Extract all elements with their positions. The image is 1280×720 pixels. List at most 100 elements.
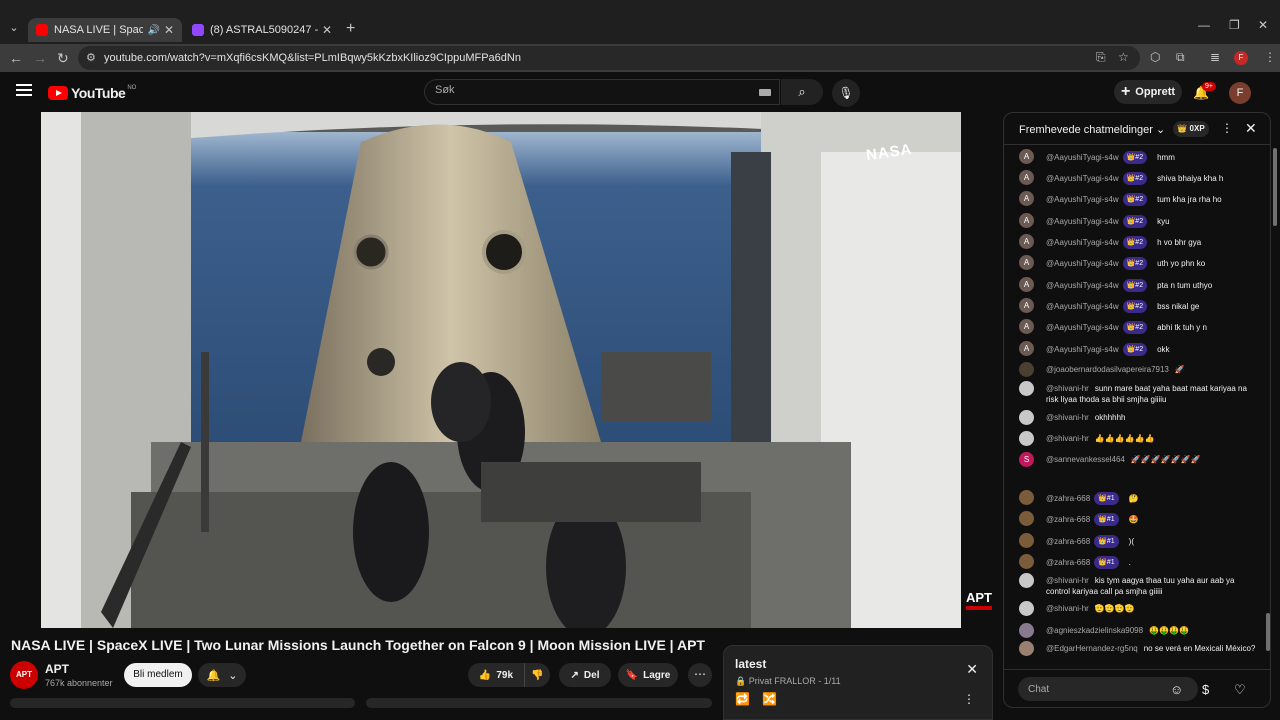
loop-icon[interactable]: 🔁 — [735, 692, 750, 706]
chat-author-avatar[interactable] — [1019, 381, 1034, 396]
url-text[interactable]: youtube.com/watch?v=mXqfi6csKMQ&list=PLm… — [104, 52, 521, 64]
emoji-icon[interactable]: ☺ — [1170, 682, 1183, 697]
playlist-title[interactable]: latest — [735, 657, 766, 671]
tab-search-button[interactable]: ⌄ — [6, 20, 22, 36]
heart-icon[interactable]: ♡ — [1234, 682, 1246, 698]
chat-author-name[interactable]: @agnieszkadzielinska9098 — [1046, 626, 1143, 635]
super-chat-icon[interactable]: $ — [1202, 682, 1209, 697]
close-tab-icon[interactable]: ✕ — [164, 23, 174, 37]
install-app-icon[interactable]: ⎘ — [1096, 50, 1106, 65]
share-button[interactable]: ↗ Del — [559, 663, 611, 687]
chat-author-name[interactable]: @zahra-668 — [1046, 537, 1090, 546]
chat-author-name[interactable]: @shivani-hr — [1046, 384, 1089, 393]
chat-author-avatar[interactable]: A — [1019, 191, 1034, 206]
chat-author-name[interactable]: @shivani-hr — [1046, 604, 1089, 613]
chat-author-name[interactable]: @AayushiTyagi-s4w — [1046, 302, 1119, 311]
xp-badge[interactable]: 👑 0XP — [1173, 121, 1209, 137]
site-info-icon[interactable]: ⚙ — [86, 51, 96, 64]
chat-author-name[interactable]: @shivani-hr — [1046, 413, 1089, 422]
description-box[interactable] — [366, 698, 712, 708]
media-controls-icon[interactable]: ≣ — [1210, 50, 1220, 64]
keyboard-icon[interactable] — [759, 89, 771, 96]
chat-author-avatar[interactable] — [1019, 410, 1034, 425]
chat-author-name[interactable]: @AayushiTyagi-s4w — [1046, 345, 1119, 354]
chat-author-avatar[interactable]: A — [1019, 319, 1034, 334]
speaker-icon[interactable]: 🔊 — [147, 25, 159, 36]
chat-author-avatar[interactable]: A — [1019, 341, 1034, 356]
chat-mode-dropdown[interactable]: Fremhevede chatmeldinger ⌄ — [1019, 123, 1165, 136]
chat-author-name[interactable]: @joaobernardodasilvapereira7913 — [1046, 365, 1169, 374]
minimize-icon[interactable]: — — [1198, 18, 1210, 32]
chat-author-name[interactable]: @EdgarHernandez-rg5nq — [1046, 644, 1138, 653]
like-button[interactable]: 👍 79k — [468, 663, 524, 687]
channel-name[interactable]: APT — [45, 662, 69, 676]
address-bar[interactable]: ⚙ youtube.com/watch?v=mXqfi6csKMQ&list=P… — [78, 46, 1140, 70]
chat-author-avatar[interactable]: A — [1019, 149, 1034, 164]
chat-author-avatar[interactable] — [1019, 431, 1034, 446]
tab-youtube[interactable]: NASA LIVE | SpaceX LIVE | Two Lunar Miss… — [28, 18, 182, 42]
chat-author-avatar[interactable]: S — [1019, 452, 1034, 467]
chat-author-avatar[interactable] — [1019, 641, 1034, 656]
chat-message-list[interactable]: A @AayushiTyagi-s4w 👑#2 hmm A @AayushiTyagi-s… — [1004, 145, 1266, 668]
description-box[interactable] — [10, 698, 355, 708]
account-avatar[interactable]: F — [1229, 82, 1251, 104]
chat-author-name[interactable]: @AayushiTyagi-s4w — [1046, 217, 1119, 226]
new-tab-button[interactable]: + — [346, 20, 355, 38]
chat-author-name[interactable]: @zahra-668 — [1046, 558, 1090, 567]
search-input[interactable] — [435, 84, 735, 96]
chat-author-avatar[interactable]: A — [1019, 234, 1034, 249]
hamburger-menu-icon[interactable] — [16, 84, 32, 96]
chat-author-avatar[interactable]: A — [1019, 170, 1034, 185]
chat-author-name[interactable]: @AayushiTyagi-s4w — [1046, 259, 1119, 268]
chat-author-avatar[interactable] — [1019, 601, 1034, 616]
back-icon[interactable]: ← — [9, 50, 23, 66]
tab-twitch[interactable]: (8) ASTRAL5090247 - Twitch ✕ — [184, 18, 340, 42]
chat-author-avatar[interactable]: A — [1019, 255, 1034, 270]
chat-author-avatar[interactable] — [1019, 511, 1034, 526]
join-button[interactable]: Bli medlem — [124, 663, 192, 687]
close-playlist-icon[interactable]: ✕ — [966, 661, 978, 678]
dislike-button[interactable]: 👎 — [524, 663, 550, 687]
chat-author-name[interactable]: @AayushiTyagi-s4w — [1046, 281, 1119, 290]
create-button[interactable]: + Opprett — [1114, 80, 1182, 104]
shuffle-icon[interactable]: 🔀 — [762, 692, 777, 706]
extension-icon[interactable]: ⬡ — [1150, 50, 1160, 64]
save-button[interactable]: 🔖 Lagre — [618, 663, 678, 687]
chat-menu-icon[interactable]: ⋮ — [1221, 121, 1233, 135]
chat-author-avatar[interactable]: A — [1019, 213, 1034, 228]
chat-author-avatar[interactable]: A — [1019, 298, 1034, 313]
extensions-puzzle-icon[interactable]: ⧉ — [1176, 50, 1185, 65]
bookmark-star-icon[interactable]: ☆ — [1118, 50, 1129, 64]
close-chat-icon[interactable]: ✕ — [1245, 120, 1257, 137]
page-scrollbar[interactable] — [1273, 148, 1277, 226]
chat-author-avatar[interactable] — [1019, 533, 1034, 548]
youtube-logo[interactable]: YouTube NO — [48, 85, 136, 101]
reload-icon[interactable]: ↻ — [57, 50, 69, 67]
chat-author-name[interactable]: @AayushiTyagi-s4w — [1046, 195, 1119, 204]
video-player[interactable]: NASA — [41, 112, 961, 628]
playlist-menu-icon[interactable]: ⋮ — [963, 692, 975, 706]
chat-author-name[interactable]: @AayushiTyagi-s4w — [1046, 238, 1119, 247]
chat-author-name[interactable]: @zahra-668 — [1046, 494, 1090, 503]
chat-author-name[interactable]: @zahra-668 — [1046, 515, 1090, 524]
chat-author-avatar[interactable] — [1019, 623, 1034, 638]
chat-author-avatar[interactable] — [1019, 362, 1034, 377]
restore-icon[interactable]: ❐ — [1229, 18, 1240, 32]
channel-avatar[interactable]: APT — [10, 661, 38, 689]
forward-icon[interactable]: → — [33, 50, 47, 66]
subscription-bell-button[interactable]: 🔔 ⌄ — [198, 663, 246, 687]
search-button[interactable]: ⌕ — [781, 79, 823, 105]
chat-author-avatar[interactable] — [1019, 573, 1034, 588]
more-actions-button[interactable]: ⋯ — [688, 663, 712, 687]
chat-author-avatar[interactable]: A — [1019, 277, 1034, 292]
close-tab-icon[interactable]: ✕ — [322, 23, 332, 37]
voice-search-button[interactable]: 🎙 — [832, 79, 860, 107]
chat-author-avatar[interactable] — [1019, 490, 1034, 505]
chat-author-avatar[interactable] — [1019, 554, 1034, 569]
chat-scrollbar[interactable] — [1266, 613, 1270, 651]
chat-author-name[interactable]: @shivani-hr — [1046, 434, 1089, 443]
chat-author-name[interactable]: @AayushiTyagi-s4w — [1046, 323, 1119, 332]
profile-avatar[interactable]: F — [1234, 51, 1248, 65]
chat-author-name[interactable]: @shivani-hr — [1046, 576, 1089, 585]
chat-author-name[interactable]: @AayushiTyagi-s4w — [1046, 174, 1119, 183]
